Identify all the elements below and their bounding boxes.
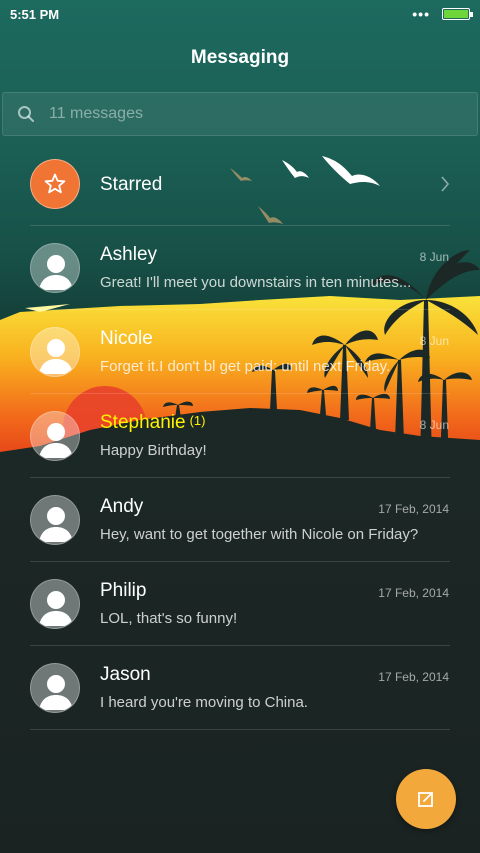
page-title: Messaging xyxy=(190,47,290,68)
avatar xyxy=(30,243,80,293)
person-icon xyxy=(39,255,73,290)
person-icon xyxy=(39,507,73,542)
contact-name: Philip xyxy=(100,580,147,601)
message-preview: LOL, that's so funny! xyxy=(100,610,238,627)
compose-icon xyxy=(418,792,433,807)
message-date: 8 Jun xyxy=(419,418,449,432)
search-icon xyxy=(18,106,34,122)
status-bar: 5:51 PM ••• xyxy=(0,0,480,28)
person-icon xyxy=(39,339,73,374)
message-date: 17 Feb, 2014 xyxy=(378,670,449,684)
avatar xyxy=(30,663,80,713)
battery-level xyxy=(444,10,468,18)
contact-name-unread: Stephanie (1) xyxy=(100,412,205,434)
contact-name: Stephanie xyxy=(100,412,186,433)
starred-label: Starred xyxy=(100,174,163,195)
battery-icon xyxy=(442,8,473,20)
message-date: 8 Jun xyxy=(419,250,449,264)
person-icon xyxy=(39,591,73,626)
conversation-row[interactable]: Jason 17 Feb, 2014 I heard you're moving… xyxy=(0,646,480,730)
conversation-row[interactable]: Philip 17 Feb, 2014 LOL, that's so funny… xyxy=(0,562,480,646)
status-icons: ••• xyxy=(412,6,473,22)
message-date: 8 Jun xyxy=(419,334,449,348)
contact-name: Ashley xyxy=(100,244,158,265)
person-icon xyxy=(39,423,73,458)
message-preview: Great! I'll meet you downstairs in ten m… xyxy=(100,274,412,291)
unread-count-badge: (1) xyxy=(189,413,206,428)
contact-name: Andy xyxy=(100,496,144,517)
message-preview: Happy Birthday! xyxy=(100,442,207,459)
avatar xyxy=(30,411,80,461)
conversation-row[interactable]: Ashley 8 Jun Great! I'll meet you downst… xyxy=(0,226,480,310)
conversation-row[interactable]: Stephanie (1) 8 Jun Happy Birthday! xyxy=(0,394,480,478)
search-bar[interactable] xyxy=(2,92,478,136)
conversation-row[interactable]: Nicole 8 Jun Forget it.I don't bl get pa… xyxy=(0,310,480,394)
chevron-right-icon xyxy=(441,176,450,192)
search-input[interactable] xyxy=(49,105,449,123)
avatar xyxy=(30,495,80,545)
star-icon xyxy=(44,173,66,194)
contact-name: Jason xyxy=(100,664,151,685)
compose-button[interactable] xyxy=(396,769,456,829)
message-preview: Forget it.I don't bl get paid: until nex… xyxy=(100,358,391,375)
starred-row[interactable]: Starred xyxy=(0,142,480,226)
avatar xyxy=(30,579,80,629)
status-time: 5:51 PM xyxy=(10,6,60,22)
message-date: 17 Feb, 2014 xyxy=(378,502,449,516)
person-icon xyxy=(39,675,73,710)
avatar xyxy=(30,327,80,377)
starred-avatar xyxy=(30,159,80,209)
message-preview: I heard you're moving to China. xyxy=(100,694,308,711)
conversation-row[interactable]: Andy 17 Feb, 2014 Hey, want to get toget… xyxy=(0,478,480,562)
contact-name: Nicole xyxy=(100,328,153,349)
message-preview: Hey, want to get together with Nicole on… xyxy=(100,526,419,543)
conversation-list: Starred Ashley 8 Jun Great! I'll meet yo… xyxy=(0,142,480,730)
more-dots-icon: ••• xyxy=(412,6,430,22)
message-date: 17 Feb, 2014 xyxy=(378,586,449,600)
